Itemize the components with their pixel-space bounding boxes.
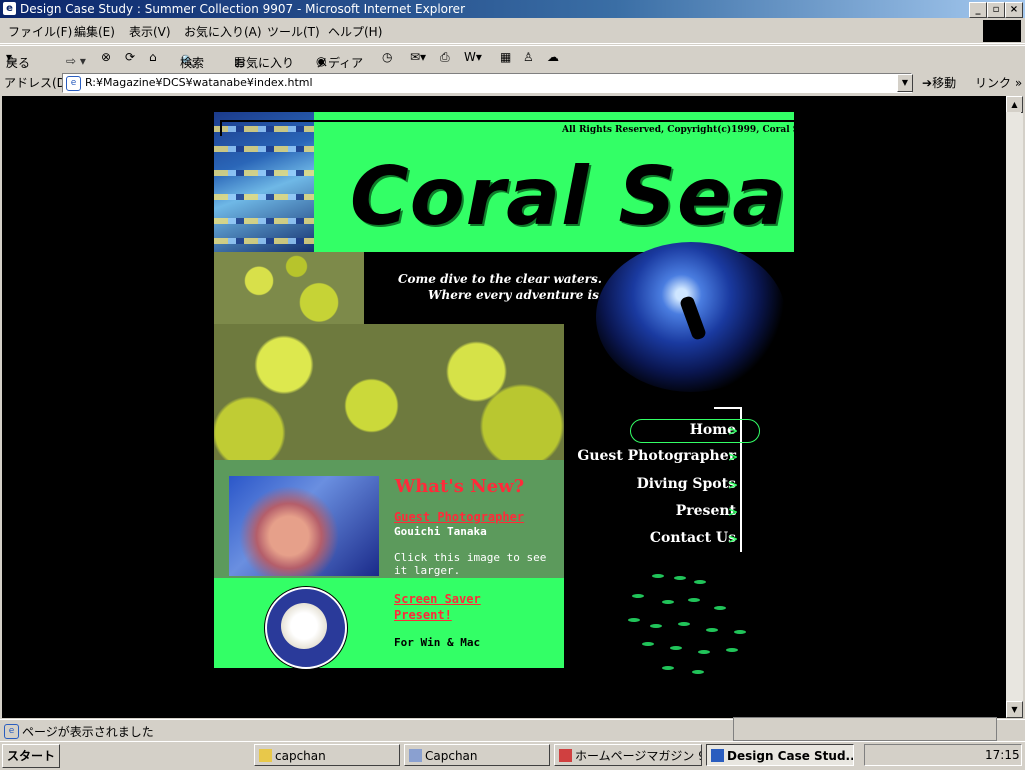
close-button[interactable]: ×: [1005, 2, 1023, 18]
page-icon: e: [66, 76, 81, 91]
back-button[interactable]: ⇦ 戻る ▾: [6, 50, 30, 70]
task-capchan-app[interactable]: Capchan: [404, 744, 550, 766]
menu-tools[interactable]: ツール(T): [267, 23, 320, 40]
present-link[interactable]: Present!: [394, 608, 452, 622]
go-arrow-icon: ➔: [922, 76, 933, 90]
nav-guest-photographer[interactable]: Guest Photographer: [577, 448, 736, 464]
vertical-scrollbar[interactable]: ▲ ▼: [1006, 96, 1023, 718]
chevron-right-icon: >: [728, 450, 739, 464]
task-label: Capchan: [425, 749, 478, 763]
task-capchan-folder[interactable]: capchan: [254, 744, 400, 766]
title-bar: e Design Case Study : Summer Collection …: [0, 0, 1025, 18]
minimize-button[interactable]: _: [969, 2, 987, 18]
menu-bar: ファイル(F) 編集(E) 表示(V) お気に入り(A) ツール(T) ヘルプ(…: [0, 19, 1025, 44]
scroll-up-icon[interactable]: ▲: [1006, 96, 1023, 113]
refresh-icon[interactable]: ⟳: [125, 50, 135, 64]
status-text: ページが表示されました: [22, 725, 154, 739]
task-homepage-magazine[interactable]: ホームページマガジン 99...: [554, 744, 702, 766]
history-icon[interactable]: ◷: [382, 50, 392, 64]
search-label: 検索: [180, 56, 205, 70]
pufferfish-icon: [281, 603, 327, 649]
menu-edit[interactable]: 編集(E): [74, 23, 115, 40]
scroll-down-icon[interactable]: ▼: [1006, 701, 1023, 718]
folder-icon: [259, 749, 272, 762]
mail-icon[interactable]: ✉▾: [410, 50, 426, 64]
window-title: Design Case Study : Summer Collection 99…: [20, 2, 465, 16]
nav-diving-spots[interactable]: Diving Spots: [637, 476, 736, 492]
links-label: リンク: [975, 76, 1012, 90]
chevron-right-icon: >: [728, 532, 739, 546]
favorites-label: お気に入り: [234, 56, 295, 70]
seafan-photo[interactable]: [229, 476, 379, 576]
ime-toolbar[interactable]: [733, 717, 997, 741]
menu-favorites[interactable]: お気に入り(A): [184, 23, 262, 40]
stop-icon[interactable]: ⊗: [101, 50, 111, 64]
task-label: Design Case Stud...: [727, 749, 854, 763]
toolbar: ⇦ 戻る ▾ ⇨ ▾ ⊗ ⟳ ⌂ 🔍 検索 ▤ お気に入り ◉ メディア ◷ ✉▾ ⎙ …: [0, 45, 1025, 73]
chat-icon[interactable]: ☁: [547, 50, 559, 64]
ie-icon: [711, 749, 724, 762]
tagline-line-1: Come dive to the clear waters.: [398, 272, 602, 286]
chevron-right-icon: >: [728, 424, 739, 438]
task-design-case-study[interactable]: Design Case Stud...: [706, 744, 854, 766]
back-label: 戻る: [6, 56, 31, 70]
address-value: R:¥Magazine¥DCS¥watanabe¥index.html: [85, 76, 313, 89]
chevron-right-icon: >: [728, 478, 739, 492]
chevron-right-icon: >: [728, 505, 739, 519]
restore-button[interactable]: ▫: [987, 2, 1005, 18]
screen-saver-link[interactable]: Screen Saver: [394, 592, 481, 606]
click-note: Click this image to see it larger.: [394, 551, 547, 577]
nav-contact-us[interactable]: Contact Us: [650, 530, 736, 546]
go-label: 移動: [932, 76, 957, 90]
start-label: スタート: [6, 749, 55, 763]
guest-name: Gouichi Tanaka: [394, 525, 487, 538]
page-viewport: All Rights Reserved, Copyright(c)1999, C…: [2, 96, 1006, 718]
windows-logo-icon: [983, 20, 1021, 42]
fish-school-image: [622, 570, 762, 680]
links-button[interactable]: リンク »: [975, 74, 1022, 91]
edit-icon[interactable]: W▾: [464, 50, 482, 64]
address-dropdown-icon[interactable]: ▼: [897, 74, 913, 92]
home-icon[interactable]: ⌂: [149, 50, 157, 64]
clock: 17:15: [985, 748, 1020, 762]
start-button[interactable]: スタート: [2, 744, 60, 768]
menu-view[interactable]: 表示(V): [129, 23, 171, 40]
scroll-track[interactable]: [1006, 112, 1021, 702]
address-label: アドレス(D): [4, 76, 71, 90]
media-label: メディア: [316, 56, 364, 70]
discuss-icon[interactable]: ▦: [500, 50, 511, 64]
menu-file[interactable]: ファイル(F): [8, 23, 72, 40]
coral-photo: [214, 324, 564, 460]
menu-help[interactable]: ヘルプ(H): [328, 23, 382, 40]
app-icon: [409, 749, 422, 762]
forward-arrow-icon: ⇨ ▾: [66, 54, 86, 68]
task-label: ホームページマガジン 99...: [575, 749, 701, 763]
address-input[interactable]: e R:¥Magazine¥DCS¥watanabe¥index.html: [62, 73, 912, 93]
nav-present[interactable]: Present: [676, 503, 736, 519]
coral-photo-top: [214, 252, 364, 324]
task-label: capchan: [275, 749, 326, 763]
messenger-icon[interactable]: ♙: [523, 50, 534, 64]
platform-text: For Win & Mac: [394, 636, 481, 649]
site-title: Coral Sea: [350, 150, 788, 243]
app-icon: [559, 749, 572, 762]
whats-new-heading: What's New?: [395, 476, 525, 497]
print-icon[interactable]: ⎙: [440, 50, 450, 65]
nav-divider-top: [714, 407, 742, 409]
page-status-icon: e: [4, 724, 19, 739]
guest-photographer-link[interactable]: Guest Photographer: [394, 510, 524, 524]
copyright-text: All Rights Reserved, Copyright(c)1999, C…: [562, 125, 811, 135]
ie-icon: e: [3, 2, 16, 15]
go-button[interactable]: ➔移動: [922, 74, 956, 91]
